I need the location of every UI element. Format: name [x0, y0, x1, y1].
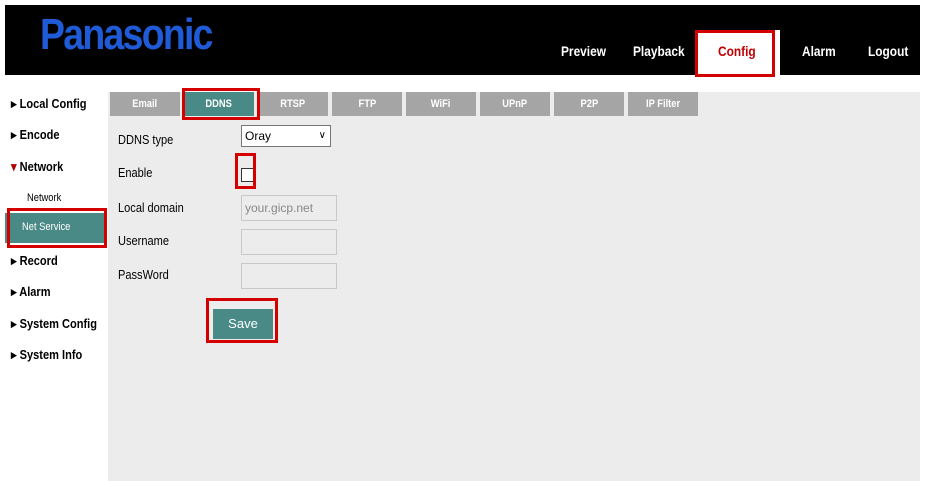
nav-preview[interactable]: Preview	[561, 43, 606, 59]
enable-checkbox[interactable]	[241, 168, 255, 182]
tab-upnp[interactable]: UPnP	[480, 92, 550, 116]
ddns-type-label: DDNS type	[118, 132, 174, 147]
sidebar-item-record[interactable]: ▸ Record	[11, 253, 58, 269]
enable-label: Enable	[118, 165, 153, 180]
nav-config[interactable]: Config	[718, 43, 756, 59]
password-label: PassWord	[118, 267, 169, 282]
sidebar-item-system-config[interactable]: ▸ System Config	[11, 316, 97, 332]
sidebar-subitem-net-service: Net Service	[22, 221, 71, 233]
nav-alarm[interactable]: Alarm	[802, 43, 836, 59]
panasonic-logo: Panasonic	[40, 10, 213, 59]
tab-wifi[interactable]: WiFi	[406, 92, 476, 116]
local-domain-input[interactable]: your.gicp.net	[241, 195, 337, 221]
header-bar: Panasonic Preview Playback Config Alarm …	[5, 5, 920, 75]
chevron-down-icon: ∨	[318, 130, 326, 141]
nav-playback[interactable]: Playback	[633, 43, 685, 59]
username-label: Username	[118, 233, 169, 248]
sidebar-item-local-config[interactable]: ▸ Local Config	[11, 96, 87, 112]
tab-p2p[interactable]: P2P	[554, 92, 624, 116]
config-content-panel: Email DDNS RTSP FTP WiFi UPnP P2P IP Fil…	[108, 92, 920, 481]
local-domain-label: Local domain	[118, 200, 184, 215]
tab-rtsp[interactable]: RTSP	[258, 92, 328, 116]
save-button[interactable]: Save	[213, 309, 273, 339]
nav-logout[interactable]: Logout	[868, 43, 908, 59]
tab-ddns[interactable]: DDNS	[184, 92, 254, 116]
tab-ftp[interactable]: FTP	[332, 92, 402, 116]
username-input[interactable]	[241, 229, 337, 255]
tab-email[interactable]: Email	[110, 92, 180, 116]
ddns-type-select[interactable]: Oray ∨	[241, 125, 331, 147]
password-input[interactable]	[241, 263, 337, 289]
sidebar-item-alarm[interactable]: ▸ Alarm	[11, 284, 51, 300]
sidebar-item-network[interactable]: ▾ Network	[11, 159, 63, 175]
sidebar: ▸ Local Config ▸ Encode ▾ Network Networ…	[5, 80, 105, 481]
tab-ip-filter[interactable]: IP Filter	[628, 92, 698, 116]
sidebar-item-net-service[interactable]: Net Service	[5, 213, 106, 243]
sidebar-item-encode[interactable]: ▸ Encode	[11, 127, 60, 143]
ddns-type-value: Oray	[245, 129, 272, 143]
sidebar-item-system-info[interactable]: ▸ System Info	[11, 347, 82, 363]
sidebar-subitem-network[interactable]: Network	[27, 192, 61, 204]
